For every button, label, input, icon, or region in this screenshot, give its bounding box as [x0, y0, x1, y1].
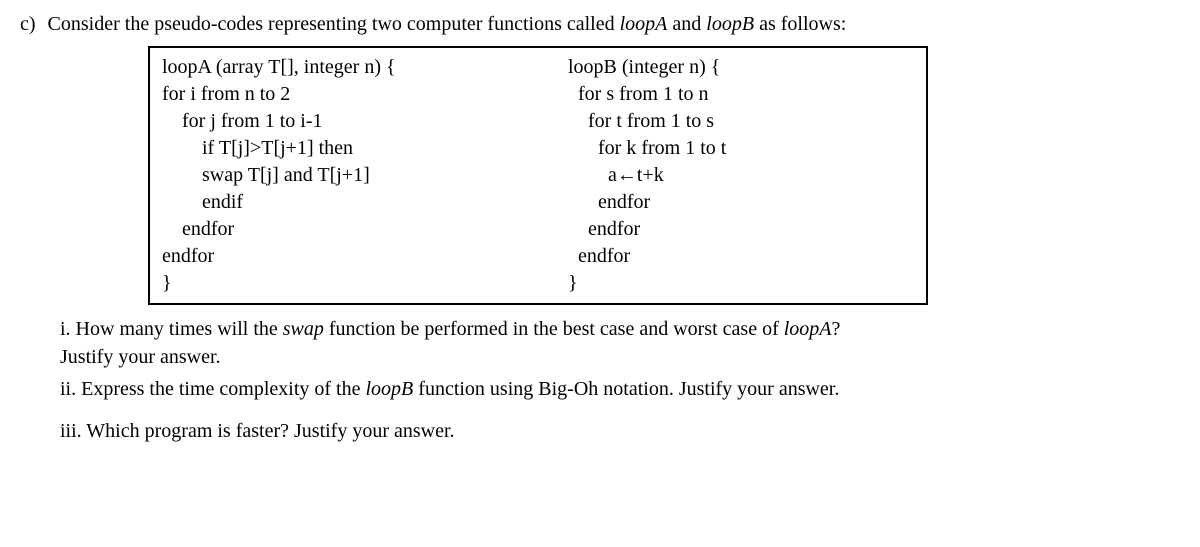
sub-question-iii: iii. Which program is faster? Justify yo… — [60, 417, 1180, 445]
code-line: endfor — [162, 218, 234, 240]
code-line: loopB (integer n) { — [568, 56, 720, 78]
code-line: a←t+k — [568, 164, 664, 186]
function-name-b: loopB — [706, 13, 754, 35]
code-line: for t from 1 to s — [568, 110, 714, 132]
intro-text-2: and — [667, 13, 706, 35]
code-line: if T[j]>T[j+1] then — [162, 137, 353, 159]
code-line: for j from 1 to i-1 — [162, 110, 323, 132]
code-line: endfor — [568, 191, 650, 213]
code-line: for s from 1 to n — [568, 83, 709, 105]
subq-ii-text-2: function using Big-Oh notation. Justify … — [413, 378, 839, 400]
code-line: for i from n to 2 — [162, 83, 290, 105]
swap-term: swap — [283, 318, 324, 340]
code-line: endif — [162, 191, 243, 213]
loopa-term: loopA — [784, 318, 832, 340]
intro-text-1: Consider the pseudo-codes representing t… — [48, 13, 620, 35]
question-label: c) — [20, 10, 36, 38]
code-line: endfor — [162, 245, 214, 267]
intro-text-3: as follows: — [754, 13, 846, 35]
code-line: endfor — [568, 218, 640, 240]
subq-i-text-3: ? — [832, 318, 841, 340]
subq-i-text-1: i. How many times will the — [60, 318, 283, 340]
loopb-code: loopB (integer n) { for s from 1 to n fo… — [528, 54, 914, 297]
loopb-term: loopB — [366, 378, 414, 400]
code-line: } — [162, 272, 172, 294]
sub-questions: i. How many times will the swap function… — [60, 315, 1180, 445]
pseudocode-box: loopA (array T[], integer n) { for i fro… — [148, 46, 928, 305]
question-intro: Consider the pseudo-codes representing t… — [48, 10, 1180, 38]
sub-question-i: i. How many times will the swap function… — [60, 315, 1180, 371]
subq-ii-text-1: ii. Express the time complexity of the — [60, 378, 366, 400]
subq-i-text-2: function be performed in the best case a… — [324, 318, 784, 340]
code-line: endfor — [568, 245, 630, 267]
sub-question-ii: ii. Express the time complexity of the l… — [60, 375, 1180, 403]
question-header: c) Consider the pseudo-codes representin… — [20, 10, 1180, 38]
code-line: swap T[j] and T[j+1] — [162, 164, 370, 186]
code-line: for k from 1 to t — [568, 137, 726, 159]
code-line: } — [568, 272, 578, 294]
function-name-a: loopA — [620, 13, 668, 35]
loopa-code: loopA (array T[], integer n) { for i fro… — [162, 54, 528, 297]
subq-i-justify: Justify your answer. — [60, 343, 1180, 371]
code-line: loopA (array T[], integer n) { — [162, 56, 396, 78]
